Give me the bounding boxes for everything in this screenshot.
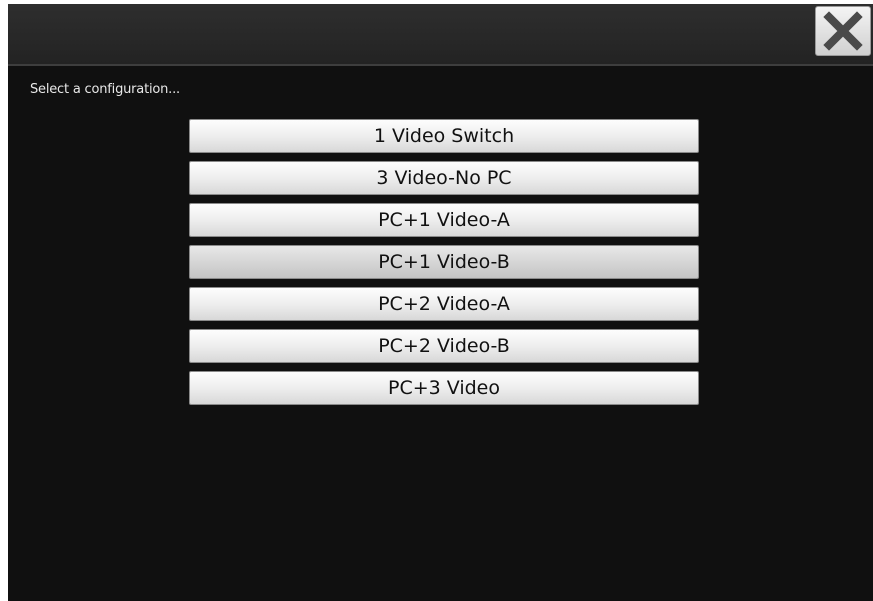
close-x-icon: [823, 11, 863, 51]
config-button-1-video-switch[interactable]: 1 Video Switch: [189, 119, 699, 153]
config-button-pc-2-video-a[interactable]: PC+2 Video-A: [189, 287, 699, 321]
config-button-pc-1-video-a[interactable]: PC+1 Video-A: [189, 203, 699, 237]
title-bar: [8, 4, 873, 66]
close-button[interactable]: [815, 6, 871, 56]
config-button-3-video-no-pc[interactable]: 3 Video-No PC: [189, 161, 699, 195]
config-button-pc-3-video[interactable]: PC+3 Video: [189, 371, 699, 405]
config-button-pc-2-video-b[interactable]: PC+2 Video-B: [189, 329, 699, 363]
configuration-dialog: Select a configuration... 1 Video Switch…: [8, 4, 873, 601]
configuration-list: 1 Video Switch 3 Video-No PC PC+1 Video-…: [189, 119, 699, 413]
config-button-pc-1-video-b[interactable]: PC+1 Video-B: [189, 245, 699, 279]
prompt-text: Select a configuration...: [30, 82, 180, 97]
